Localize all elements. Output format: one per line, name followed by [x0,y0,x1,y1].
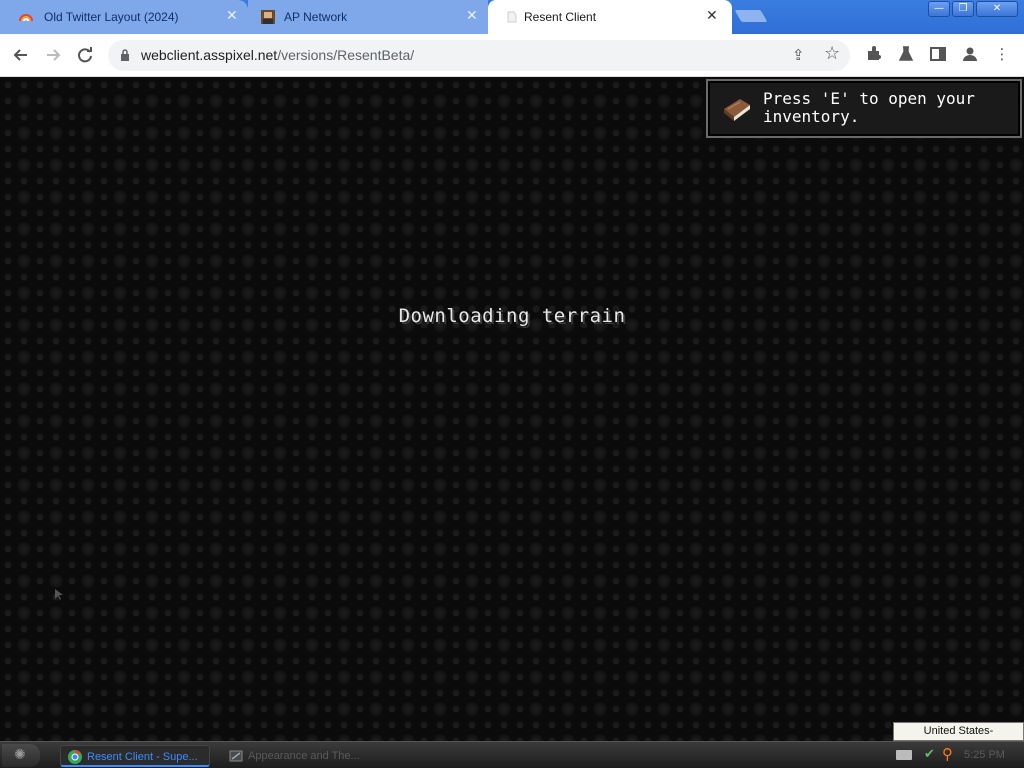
url-path: /versions/ResentBeta/ [277,47,415,63]
share-icon[interactable]: ⇪ [792,46,805,64]
taskbar-item-appearance[interactable]: Appearance and The... [222,745,382,767]
lock-icon[interactable] [120,48,130,62]
arrow-right-icon [47,49,61,61]
language-indicator[interactable]: United States-International [893,722,1024,754]
keyboard-icon[interactable] [896,750,912,760]
tab-ap-network[interactable]: AP Network ✕ [248,0,488,34]
profile-avatar-icon[interactable] [960,44,980,64]
ap-network-favicon-icon [261,10,275,24]
kebab-menu-icon[interactable]: ⋮ [992,44,1012,64]
back-button[interactable] [10,44,32,66]
taskbar-item-label: Resent Client - Supe... [87,751,198,763]
blank-favicon-icon [507,11,517,23]
system-tray: ✔ ⚲ 5:25 PM [890,744,1024,767]
tab-title: Old Twitter Layout (2024) [44,10,179,24]
arrow-left-icon [13,49,27,61]
toast-line-2: inventory. [763,107,860,126]
window-close-button[interactable]: ✕ [976,1,1018,17]
tab-title: Resent Client [524,10,597,24]
window-maximize-button[interactable]: ❐ [952,1,974,17]
extensions-puzzle-icon[interactable] [864,44,884,64]
address-bar[interactable]: webclient.asspixel.net/versions/ResentBe… [108,40,850,71]
tab-title: AP Network [284,10,348,24]
url-text[interactable]: webclient.asspixel.net/versions/ResentBe… [141,47,414,63]
book-icon [724,99,750,121]
mouse-cursor-icon [55,589,63,600]
url-host: webclient.asspixel.net [141,47,278,63]
taskbar-item-label: Appearance and The... [248,750,360,762]
start-button[interactable]: ✺ [2,744,40,767]
search-icon[interactable]: ⚲ [942,745,953,763]
toast-line-1: Press 'E' to open your [763,89,975,108]
window-minimize-button[interactable]: — [928,1,950,17]
tab-old-twitter-layout[interactable]: Old Twitter Layout (2024) ✕ [0,0,248,34]
reload-icon [78,47,92,63]
side-panel-icon[interactable] [928,44,948,64]
loading-status-text: Downloading terrain [398,305,626,327]
bookmark-star-icon[interactable]: ☆ [824,43,840,64]
forward-button[interactable] [42,44,64,66]
network-icon[interactable]: ✔ [924,747,935,762]
labs-flask-icon[interactable] [896,44,916,64]
browser-toolbar: webclient.asspixel.net/versions/ResentBe… [0,34,1024,77]
taskbar-item-resent-client[interactable]: Resent Client - Supe... [60,745,210,767]
window-icon [229,750,243,762]
tab-close-icon[interactable]: ✕ [706,8,718,24]
inventory-hint-toast: Press 'E' to open your inventory. [706,79,1022,138]
new-tab-button[interactable] [734,10,768,22]
reload-button[interactable] [74,44,96,66]
tab-resent-client[interactable]: Resent Client ✕ [488,0,732,34]
taskbar: ✺ Resent Client - Supe... Appearance and… [0,741,1024,768]
game-viewport[interactable]: Press 'E' to open your inventory. Downlo… [0,77,1024,741]
chrome-icon [68,749,82,764]
toast-text: Press 'E' to open your inventory. [763,90,1013,126]
start-orb-icon: ✺ [14,747,26,763]
tab-close-icon[interactable]: ✕ [226,8,238,24]
rainbow-favicon-icon [19,14,33,22]
clock[interactable]: 5:25 PM [964,749,1005,761]
tab-close-icon[interactable]: ✕ [466,8,478,24]
browser-title-bar: Old Twitter Layout (2024) ✕ AP Network ✕… [0,0,1024,34]
